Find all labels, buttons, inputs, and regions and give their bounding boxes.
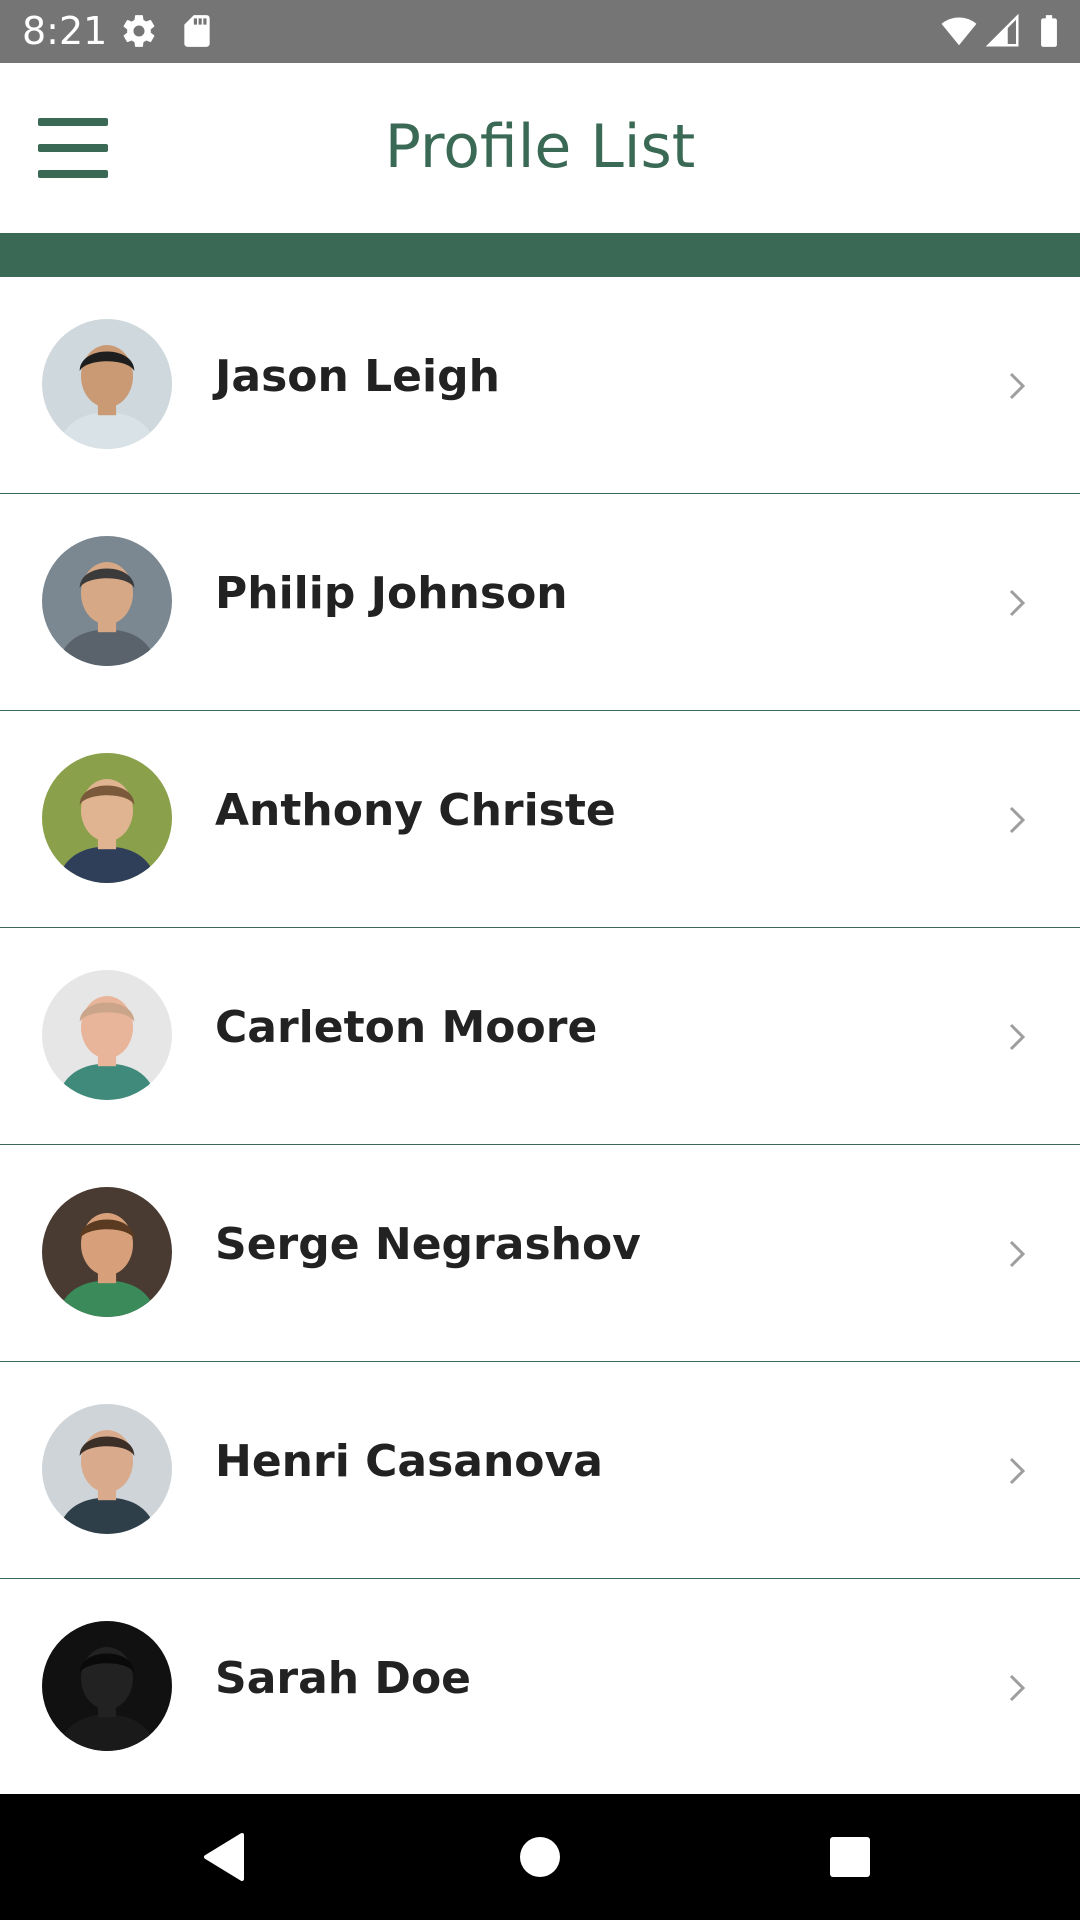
profile-row[interactable]: Carleton Moore bbox=[0, 928, 1080, 1145]
profile-row[interactable]: Jason Leigh bbox=[0, 277, 1080, 494]
status-time: 8:21 bbox=[22, 9, 108, 53]
battery-icon bbox=[1030, 12, 1068, 50]
back-triangle-icon[interactable] bbox=[194, 1827, 254, 1887]
avatar-portrait bbox=[42, 970, 172, 1100]
avatar-portrait bbox=[42, 319, 172, 449]
sd-card-icon bbox=[178, 12, 216, 50]
avatar bbox=[42, 1621, 172, 1751]
recents-square-icon[interactable] bbox=[820, 1827, 880, 1887]
status-bar: 8:21 bbox=[0, 0, 1080, 63]
avatar-portrait bbox=[42, 1404, 172, 1534]
profile-name: Carleton Moore bbox=[215, 1002, 598, 1053]
profile-name: Jason Leigh bbox=[215, 351, 500, 402]
avatar-portrait bbox=[42, 1187, 172, 1317]
avatar bbox=[42, 319, 172, 449]
wifi-icon bbox=[940, 12, 978, 50]
avatar-portrait bbox=[42, 1621, 172, 1751]
profile-name: Anthony Christe bbox=[215, 785, 616, 836]
profile-row[interactable]: Anthony Christe bbox=[0, 711, 1080, 928]
profile-list: Jason Leigh Philip Johnson Anthony Chris… bbox=[0, 277, 1080, 1796]
chevron-right-icon bbox=[1006, 1020, 1030, 1054]
page-title: Profile List bbox=[384, 112, 696, 182]
profile-name: Serge Negrashov bbox=[215, 1219, 641, 1270]
avatar bbox=[42, 1187, 172, 1317]
home-circle-icon[interactable] bbox=[510, 1827, 570, 1887]
avatar bbox=[42, 1404, 172, 1534]
avatar bbox=[42, 536, 172, 666]
profile-name: Sarah Doe bbox=[215, 1653, 472, 1704]
profile-row[interactable]: Serge Negrashov bbox=[0, 1145, 1080, 1362]
avatar-portrait bbox=[42, 536, 172, 666]
chevron-right-icon bbox=[1006, 1237, 1030, 1271]
avatar-portrait bbox=[42, 753, 172, 883]
chevron-right-icon bbox=[1006, 586, 1030, 620]
profile-name: Henri Casanova bbox=[215, 1436, 603, 1487]
chevron-right-icon bbox=[1006, 1454, 1030, 1488]
avatar bbox=[42, 753, 172, 883]
profile-row[interactable]: Henri Casanova bbox=[0, 1362, 1080, 1579]
gear-icon bbox=[120, 12, 158, 50]
chevron-right-icon bbox=[1006, 1671, 1030, 1705]
app-bar: Profile List bbox=[0, 63, 1080, 233]
chevron-right-icon bbox=[1006, 369, 1030, 403]
profile-row[interactable]: Philip Johnson bbox=[0, 494, 1080, 711]
cell-signal-icon bbox=[984, 12, 1022, 50]
avatar bbox=[42, 970, 172, 1100]
profile-name: Philip Johnson bbox=[215, 568, 568, 619]
system-nav-bar bbox=[0, 1794, 1080, 1920]
profile-row[interactable]: Sarah Doe bbox=[0, 1579, 1080, 1796]
header-accent-band bbox=[0, 233, 1080, 277]
chevron-right-icon bbox=[1006, 803, 1030, 837]
